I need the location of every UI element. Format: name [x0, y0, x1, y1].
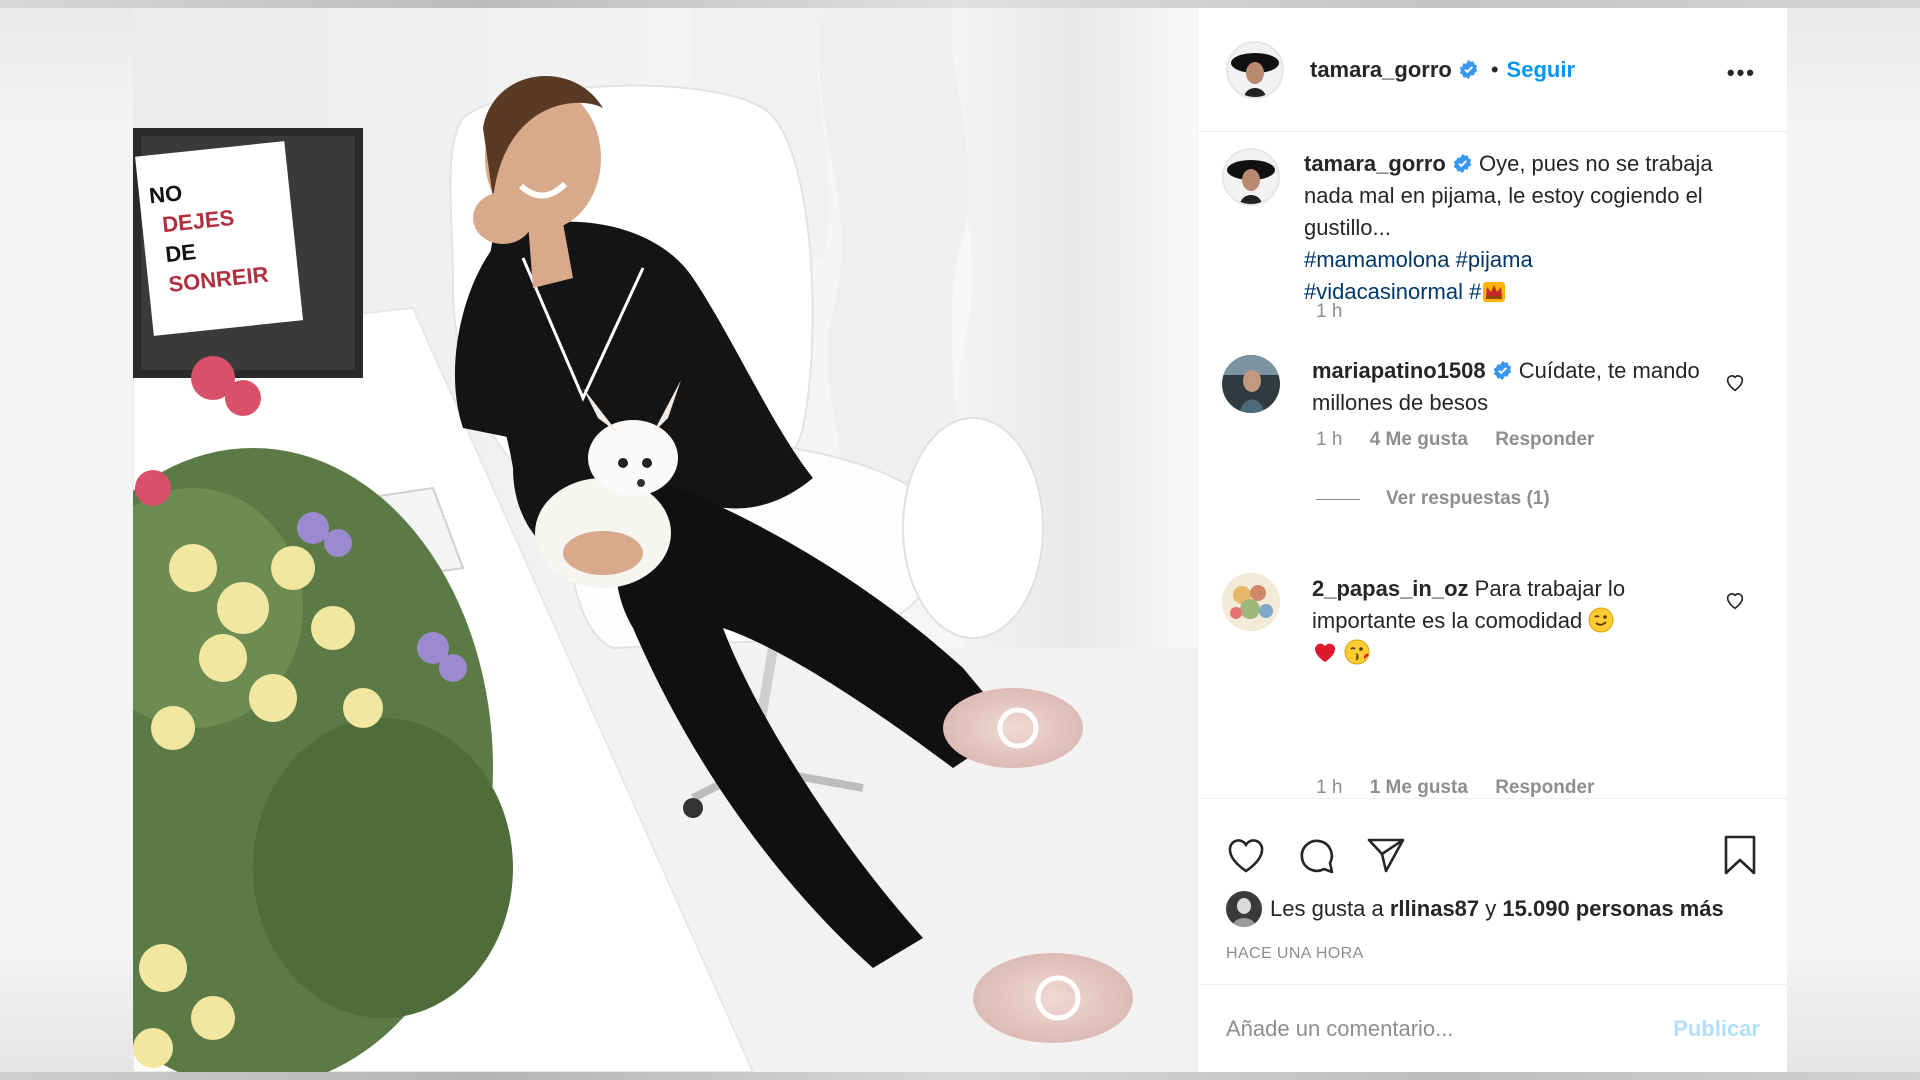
hashtag-link[interactable]: # [1469, 279, 1481, 304]
sign-line-3: DE [164, 239, 197, 267]
publish-button[interactable]: Publicar [1673, 1016, 1760, 1042]
comment-item: mariapatino1508 Cuídate, te mando millon… [1222, 355, 1762, 419]
kiss-emoji [1344, 639, 1370, 665]
comments-list[interactable]: tamara_gorro Oye, pues no se trabaja nad… [1198, 133, 1788, 799]
likes-summary: Les gusta a rllinas87 y 15.090 personas … [1226, 891, 1724, 927]
crown-emoji [1483, 282, 1506, 302]
commenter-avatar[interactable] [1222, 573, 1280, 631]
comment-meta: 1 h 1 Me gusta Responder [1316, 777, 1616, 799]
verified-icon [1459, 59, 1478, 80]
bookmark-icon[interactable] [1718, 833, 1762, 877]
like-comment-heart-icon[interactable] [1724, 371, 1746, 393]
comment-icon[interactable] [1294, 833, 1338, 877]
sign-line-1: NO [148, 180, 183, 208]
verified-icon [1453, 153, 1472, 174]
photo-illustration: NO DEJES DE SONREIR [133, 8, 1197, 1072]
separator-dot: • [1490, 56, 1499, 82]
background-strip-bottom [0, 1072, 1920, 1080]
replies-line [1316, 498, 1360, 500]
comment-meta: 1 h 4 Me gusta Responder [1316, 429, 1616, 451]
post-header: tamara_gorro • Seguir ••• [1198, 8, 1788, 132]
verified-icon [1493, 360, 1511, 381]
comment-time[interactable]: 1 h [1316, 429, 1342, 450]
caption-meta: 1 h [1316, 301, 1364, 323]
heart-icon[interactable] [1224, 833, 1268, 877]
comment-item: 2_papas_in_oz Para trabajar lo important… [1222, 573, 1762, 669]
reply-button[interactable]: Responder [1495, 429, 1594, 450]
background-strip-top [0, 0, 1920, 8]
more-options-icon[interactable]: ••• [1727, 60, 1756, 86]
post-side-panel: tamara_gorro • Seguir ••• tamara_gorro O… [1197, 8, 1788, 1072]
post-modal: NO DEJES DE SONREIR tamara_gorro • Segui… [133, 8, 1788, 1072]
red-heart-emoji [1315, 643, 1335, 662]
comment-time[interactable]: 1 h [1316, 777, 1342, 798]
likes-count[interactable]: 15.090 personas más [1502, 896, 1723, 922]
author-username[interactable]: tamara_gorro [1310, 57, 1452, 83]
post-actions: Les gusta a rllinas87 y 15.090 personas … [1198, 798, 1788, 984]
comment-likes[interactable]: 1 Me gusta [1370, 777, 1468, 798]
liker-username[interactable]: rllinas87 [1390, 896, 1479, 922]
wink-emoji [1588, 607, 1614, 633]
commenter-avatar[interactable] [1222, 355, 1280, 413]
comment-likes[interactable]: 4 Me gusta [1370, 429, 1468, 450]
caption-username[interactable]: tamara_gorro [1304, 151, 1446, 176]
hashtag-link[interactable]: #pijama [1456, 247, 1533, 272]
likes-middle: y [1485, 896, 1497, 921]
likes-prefix: Les gusta a [1270, 896, 1384, 921]
view-replies-button[interactable]: Ver respuestas (1) [1316, 488, 1550, 510]
like-comment-heart-icon[interactable] [1724, 589, 1746, 611]
view-replies-label: Ver respuestas (1) [1386, 488, 1550, 509]
caption-time[interactable]: 1 h [1316, 301, 1342, 322]
author-avatar[interactable] [1226, 40, 1284, 99]
hashtag-link[interactable]: #mamamolona [1304, 247, 1450, 272]
comment-input[interactable] [1226, 1015, 1674, 1042]
caption: tamara_gorro Oye, pues no se trabaja nad… [1222, 148, 1762, 308]
post-photo[interactable]: NO DEJES DE SONREIR [133, 8, 1197, 1072]
reply-button[interactable]: Responder [1495, 777, 1594, 798]
follow-button[interactable]: Seguir [1507, 57, 1575, 83]
commenter-username[interactable]: mariapatino1508 [1312, 358, 1486, 383]
commenter-username[interactable]: 2_papas_in_oz [1312, 576, 1469, 601]
share-icon[interactable] [1364, 833, 1408, 877]
caption-avatar[interactable] [1222, 148, 1280, 206]
add-comment-bar: Publicar [1198, 984, 1788, 1072]
post-timestamp[interactable]: HACE UNA HORA [1226, 945, 1364, 963]
liker-avatar[interactable] [1226, 891, 1262, 927]
